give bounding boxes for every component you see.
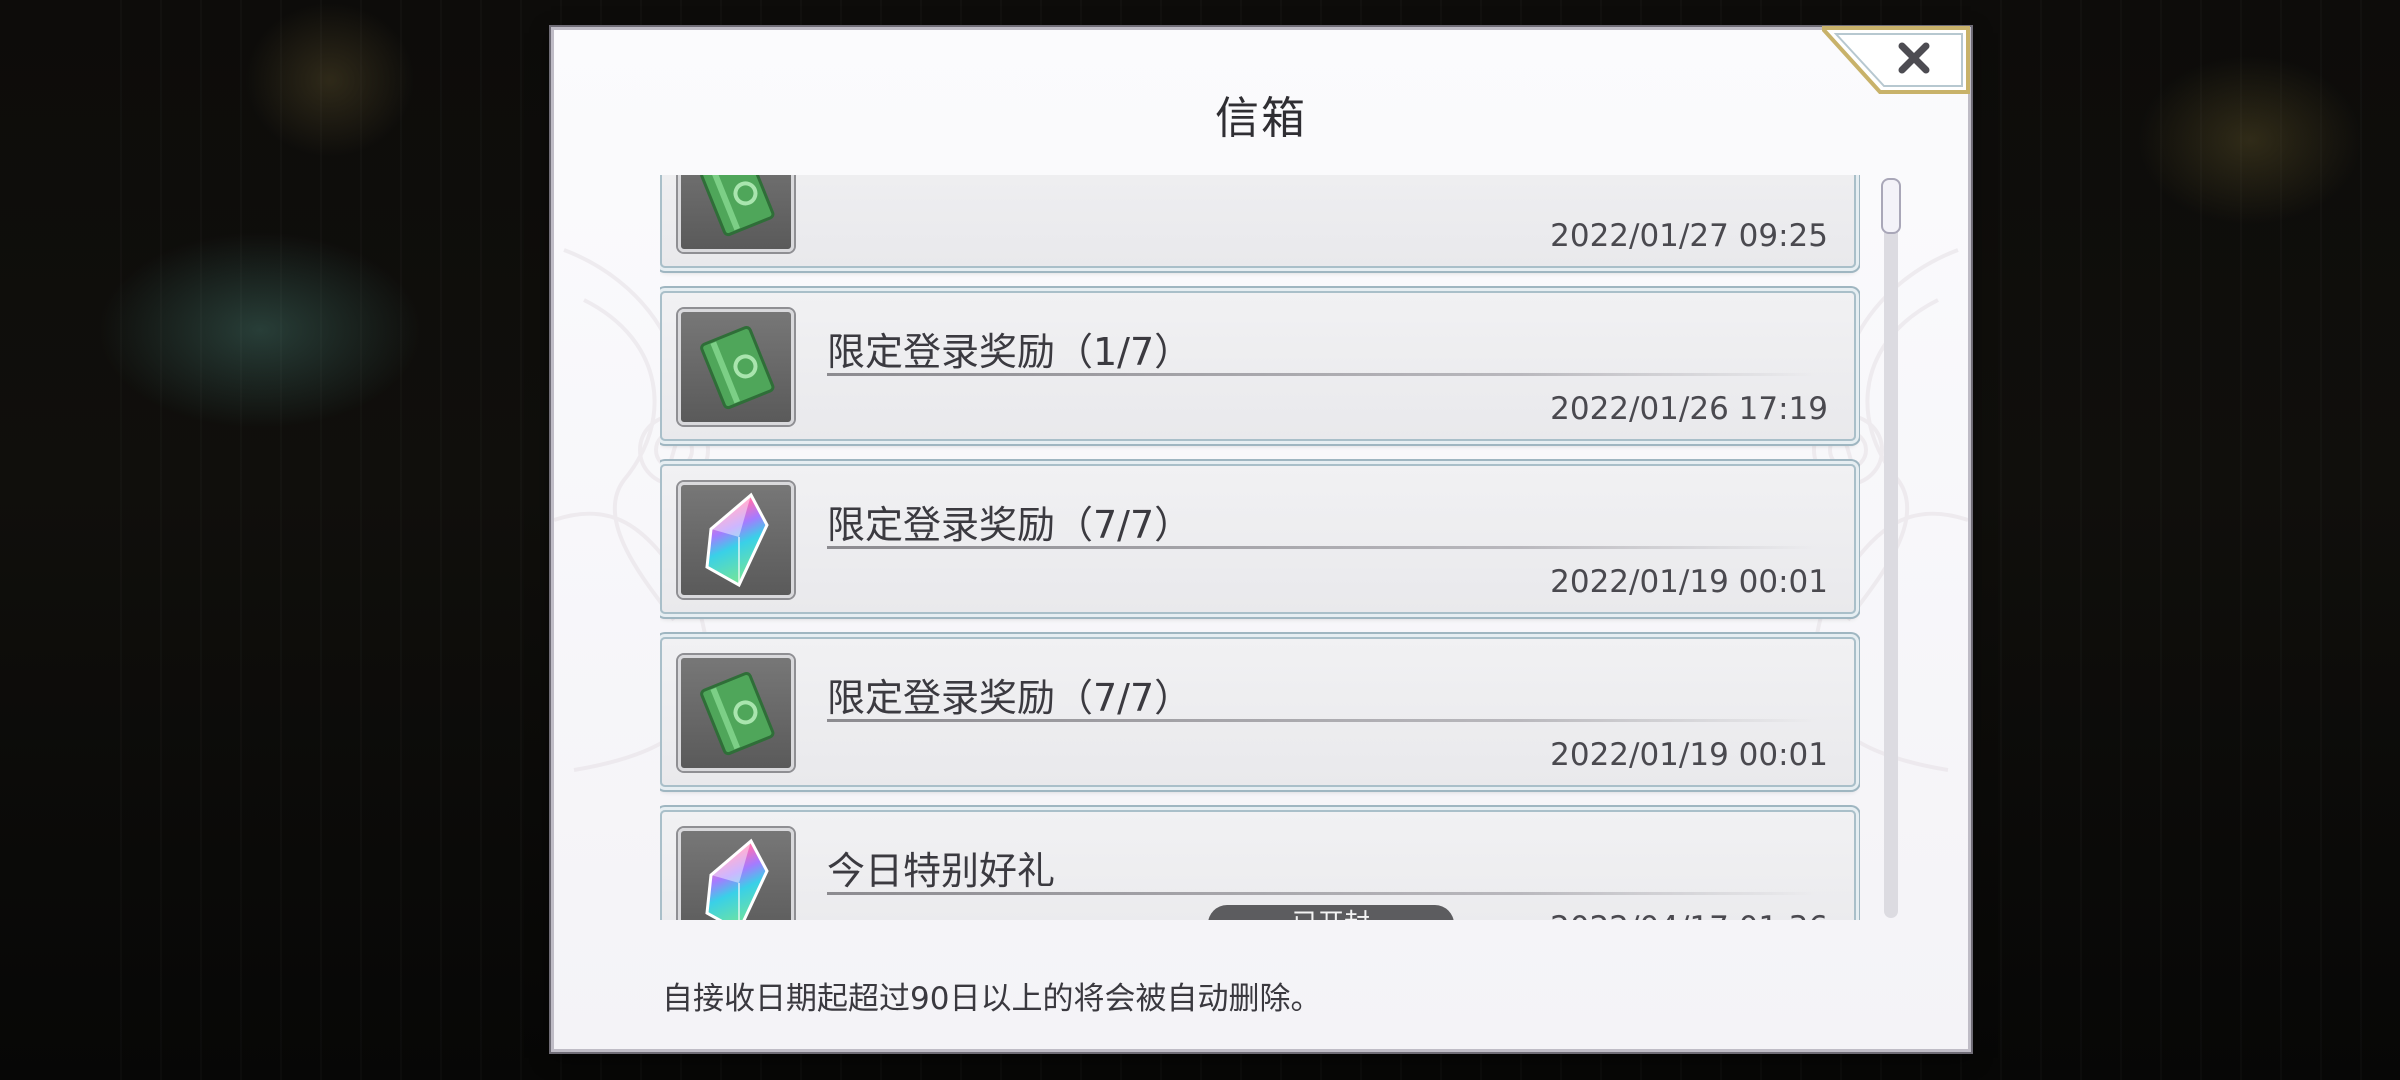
scrollbar-thumb[interactable] xyxy=(1881,178,1901,234)
crystal-icon xyxy=(678,828,794,920)
mail-date: 2022/01/19 00:01 xyxy=(1550,564,1828,600)
mail-date: 2022/01/27 09:25 xyxy=(1550,218,1828,254)
dialog-title: 信箱 xyxy=(1215,93,1307,144)
divider xyxy=(827,373,1817,376)
divider xyxy=(827,546,1817,549)
mail-item[interactable]: 限定登录奖励（7/7） 2022/01/19 00:01 xyxy=(660,464,1856,614)
mail-item[interactable]: 今日特别好礼 已开封 2022/04/17 01:36 xyxy=(660,810,1856,920)
mail-date: 2022/01/26 17:19 xyxy=(1550,391,1828,427)
mail-title: 限定登录奖励（1/7） xyxy=(827,330,1193,374)
mail-item[interactable]: 限定登录奖励（7/7） 2022/01/19 00:01 xyxy=(660,637,1856,787)
mail-list-viewport[interactable]: 2022/01/27 09:25 限定登录奖励（1/7） 2022/01/26 … xyxy=(660,175,1860,920)
mail-item[interactable]: 2022/01/27 09:25 xyxy=(660,175,1856,268)
opened-badge: 已开封 xyxy=(1208,905,1454,920)
mail-list: 2022/01/27 09:25 限定登录奖励（1/7） 2022/01/26 … xyxy=(660,175,1860,920)
mail-title: 今日特别好礼 xyxy=(827,849,1056,893)
mail-item[interactable]: 限定登录奖励（1/7） 2022/01/26 17:19 xyxy=(660,291,1856,441)
mail-title: 限定登录奖励（7/7） xyxy=(827,503,1193,547)
mail-date: 2022/04/17 01:36 xyxy=(1550,910,1828,920)
ticket-icon xyxy=(678,175,794,252)
close-button[interactable] xyxy=(1822,26,1972,94)
ticket-icon xyxy=(678,655,794,771)
divider xyxy=(827,719,1817,722)
mailbox-dialog: 信箱 2022/01/27 09:25 限定登录奖励（1/7） 2022/01/… xyxy=(551,26,1972,1052)
close-icon xyxy=(1822,26,1970,94)
scrollbar[interactable] xyxy=(1881,178,1901,918)
ticket-icon xyxy=(678,309,794,425)
divider xyxy=(827,892,1817,895)
auto-delete-notice: 自接收日期起超过90日以上的将会被自动删除。 xyxy=(662,981,1322,1017)
mail-date: 2022/01/19 00:01 xyxy=(1550,737,1828,773)
mail-title: 限定登录奖励（7/7） xyxy=(827,676,1193,720)
crystal-icon xyxy=(678,482,794,598)
